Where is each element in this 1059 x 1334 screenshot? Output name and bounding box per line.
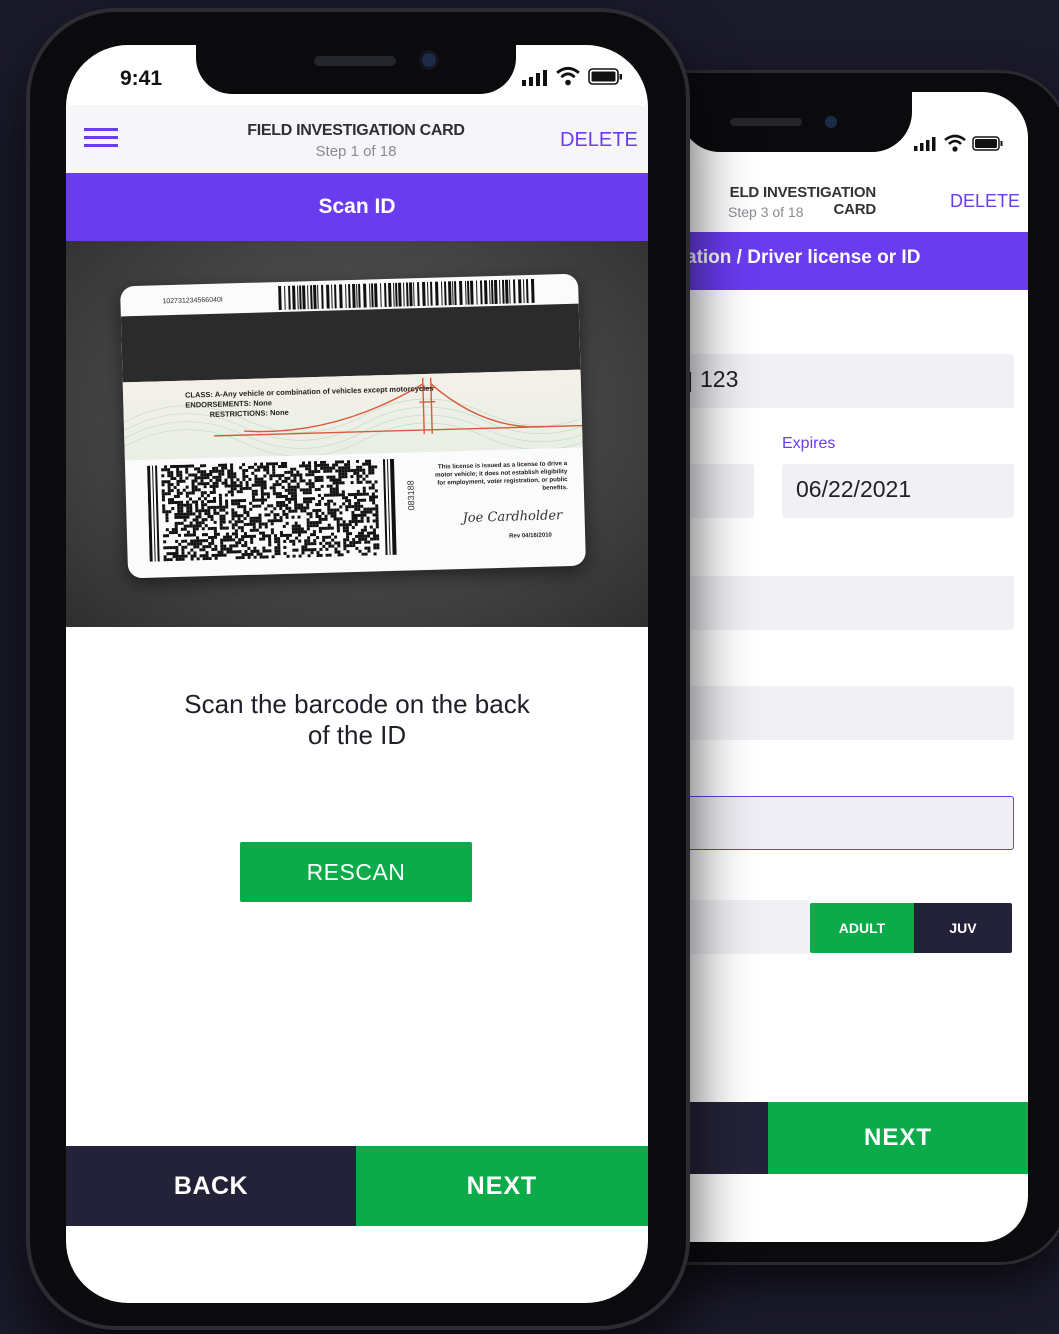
id-card-number: 102731234566040I bbox=[162, 296, 223, 306]
id-card-pdf417-barcode bbox=[147, 458, 398, 562]
expires-value: 06/22/2021 bbox=[796, 476, 912, 502]
scan-instructions-line-1: Scan the barcode on the back bbox=[184, 689, 530, 719]
back-battery-icon bbox=[972, 136, 1004, 157]
issued-date-field[interactable] bbox=[686, 464, 754, 518]
front-header-step: Step 1 of 18 bbox=[315, 143, 397, 160]
hamburger-menu-icon[interactable] bbox=[84, 126, 118, 153]
front-phone-screen: Scan ID Scan the barcode on the back of … bbox=[66, 45, 648, 1303]
wifi-icon bbox=[556, 66, 580, 91]
front-header-title: FIELD INVESTIGATION CARD bbox=[247, 122, 465, 139]
front-back-button[interactable]: BACK bbox=[66, 1146, 356, 1226]
back-delete-button[interactable]: DELETE bbox=[950, 191, 1020, 212]
id-card-side-number: 083188 bbox=[405, 480, 417, 511]
scan-instructions-line-2: of the ID bbox=[307, 720, 407, 750]
front-phone-speaker bbox=[314, 56, 396, 66]
back-phone-next-button[interactable]: NEXT bbox=[768, 1102, 1028, 1174]
battery-icon bbox=[588, 68, 624, 91]
front-delete-button[interactable]: DELETE bbox=[560, 129, 638, 152]
back-phone-camera bbox=[825, 116, 837, 128]
back-header-step: Step 3 of 18 bbox=[728, 204, 804, 220]
scan-instructions: Scan the barcode on the back of the ID bbox=[66, 689, 648, 751]
front-banner-title: Scan ID bbox=[318, 195, 396, 218]
front-banner: Scan ID bbox=[66, 173, 648, 241]
front-phone-camera bbox=[422, 53, 436, 67]
back-phone-back-button[interactable] bbox=[686, 1102, 768, 1174]
back-phone-speaker bbox=[730, 118, 802, 126]
back-wifi-icon bbox=[944, 134, 966, 157]
rescan-button[interactable]: RESCAN bbox=[240, 842, 472, 902]
type-field bbox=[686, 900, 810, 954]
id-number-value: 123 bbox=[700, 366, 739, 392]
juv-toggle-button[interactable]: JUV bbox=[914, 903, 1012, 953]
focused-input-field[interactable] bbox=[686, 796, 1014, 850]
front-next-button[interactable]: NEXT bbox=[356, 1146, 648, 1226]
form-field-4[interactable] bbox=[686, 686, 1014, 740]
id-card-signature: Joe Cardholder bbox=[462, 508, 563, 526]
back-signal-icon bbox=[914, 136, 938, 157]
id-card-back: 102731234566040I CLASS: A-Any vehicle or… bbox=[120, 273, 586, 579]
expires-label: Expires bbox=[782, 435, 836, 452]
status-time: 9:41 bbox=[120, 67, 163, 90]
id-card-notice: This license is issued as a license to d… bbox=[434, 460, 568, 492]
back-phone-screen: ELD INVESTIGATION CARD Step 3 of 18 DELE… bbox=[686, 92, 1028, 1242]
form-field-3[interactable] bbox=[686, 576, 1014, 630]
id-card-rev-date: Rev 04/16/2010 bbox=[509, 532, 552, 540]
front-phone-notch bbox=[196, 40, 516, 94]
back-banner-title: ation / Driver license or ID bbox=[686, 247, 921, 268]
signal-icon bbox=[522, 69, 548, 92]
adult-toggle-button[interactable]: ADULT bbox=[810, 903, 914, 953]
